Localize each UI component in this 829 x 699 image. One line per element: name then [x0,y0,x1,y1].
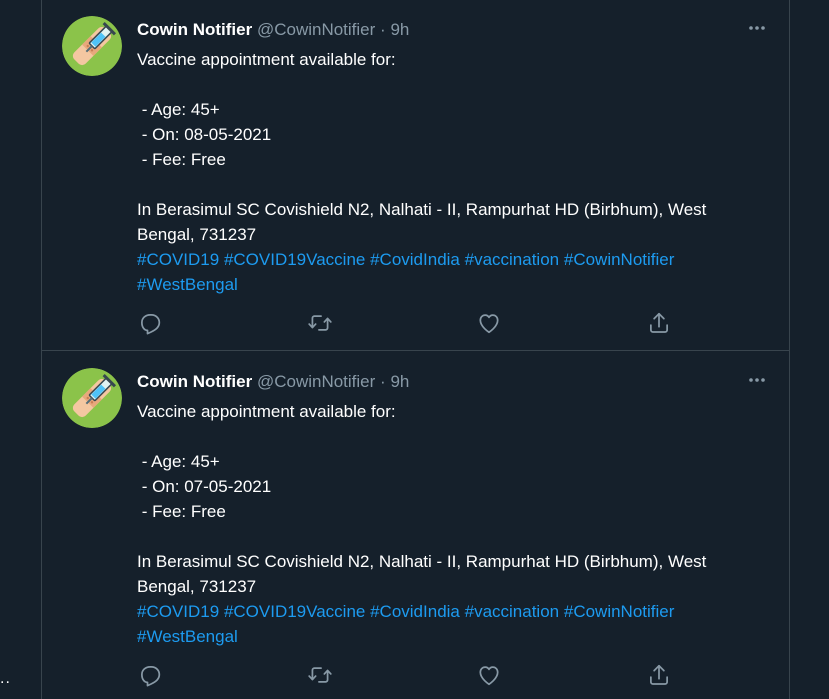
tweet-line: - On: 07-05-2021 [137,477,272,496]
syringe-bandage-icon [62,368,122,428]
tweet-header: Cowin Notifier @CowinNotifier · 9h [137,371,409,393]
share-icon[interactable] [646,662,672,688]
tweet-line: Bengal, 731237 [137,577,257,596]
like-icon[interactable] [476,310,502,336]
tweet-line: - Age: 45+ [137,100,220,119]
left-panel-fragment: .. [0,670,11,687]
hashtag-line: #WestBengal [137,272,767,297]
share-icon[interactable] [646,310,672,336]
tweet-text: Vaccine appointment available for: - Age… [137,47,767,297]
reply-icon[interactable] [137,310,163,336]
separator: · [380,20,386,39]
tweet-time[interactable]: 9h [390,20,409,39]
hashtag-link[interactable]: #CovidIndia [370,250,460,269]
hashtag-link[interactable]: #COVID19 [137,250,219,269]
tweet-line: Vaccine appointment available for: [137,402,396,421]
hashtag-link[interactable]: #CowinNotifier [564,250,675,269]
tweet-line: - Fee: Free [137,502,226,521]
hashtag-line: #COVID19 #COVID19Vaccine #CovidIndia #va… [137,247,767,272]
more-options-icon[interactable] [747,18,767,38]
tweet-header: Cowin Notifier @CowinNotifier · 9h [137,19,409,41]
twitter-feed-page: .. Cowin Notifier @CowinNotifier · 9h Va… [0,0,829,699]
tweet-line: - Fee: Free [137,150,226,169]
tweet[interactable]: Cowin Notifier @CowinNotifier · 9h Vacci… [42,352,789,699]
author-name[interactable]: Cowin Notifier [137,20,252,39]
tweet-line: - Age: 45+ [137,452,220,471]
tweet[interactable]: Cowin Notifier @CowinNotifier · 9h Vacci… [42,0,789,351]
retweet-icon[interactable] [307,310,333,336]
tweet-time[interactable]: 9h [390,372,409,391]
retweet-icon[interactable] [307,662,333,688]
avatar[interactable] [62,16,122,76]
hashtag-line: #COVID19 #COVID19Vaccine #CovidIndia #va… [137,599,767,624]
hashtag-link[interactable]: #CowinNotifier [564,602,675,621]
hashtag-line: #WestBengal [137,624,767,649]
tweet-actions [137,310,677,336]
timeline: Cowin Notifier @CowinNotifier · 9h Vacci… [41,0,790,699]
tweet-line: In Berasimul SC Covishield N2, Nalhati -… [137,552,707,571]
avatar[interactable] [62,368,122,428]
hashtag-link[interactable]: #vaccination [465,250,560,269]
hashtag-link[interactable]: #vaccination [465,602,560,621]
author-handle[interactable]: @CowinNotifier [257,20,375,39]
author-name[interactable]: Cowin Notifier [137,372,252,391]
tweet-text: Vaccine appointment available for: - Age… [137,399,767,649]
hashtag-link[interactable]: #WestBengal [137,627,238,646]
hashtag-link[interactable]: #WestBengal [137,275,238,294]
tweet-line: - On: 08-05-2021 [137,125,272,144]
author-handle[interactable]: @CowinNotifier [257,372,375,391]
reply-icon[interactable] [137,662,163,688]
tweet-actions [137,662,677,688]
hashtag-link[interactable]: #COVID19Vaccine [224,602,365,621]
tweet-line: Vaccine appointment available for: [137,50,396,69]
like-icon[interactable] [476,662,502,688]
tweet-line: In Berasimul SC Covishield N2, Nalhati -… [137,200,707,219]
tweet-line: Bengal, 731237 [137,225,257,244]
separator: · [380,372,386,391]
syringe-bandage-icon [62,16,122,76]
hashtag-link[interactable]: #COVID19 [137,602,219,621]
hashtag-link[interactable]: #CovidIndia [370,602,460,621]
more-options-icon[interactable] [747,370,767,390]
hashtag-link[interactable]: #COVID19Vaccine [224,250,365,269]
